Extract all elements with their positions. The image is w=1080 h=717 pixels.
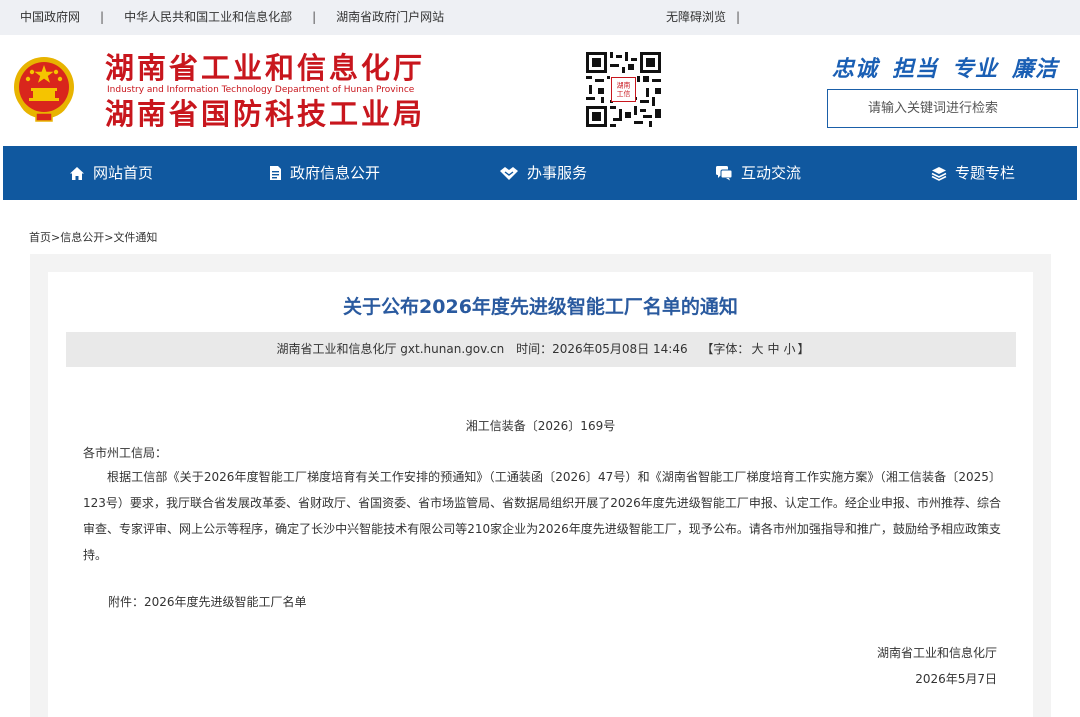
nav-item-label: 办事服务 — [527, 164, 588, 182]
breadcrumb-separator: > — [51, 231, 61, 244]
breadcrumb-info-public[interactable]: 信息公开 — [60, 231, 104, 244]
link-separator: | — [312, 10, 317, 24]
attachment-link[interactable]: 附件：2026年度先进级智能工厂名单 — [108, 593, 307, 610]
layers-icon — [931, 166, 947, 181]
main-navigation: 网站首页 政府信息公开 办事服务 互动交流 专题专栏 — [0, 146, 1080, 200]
national-emblem-icon[interactable] — [12, 55, 76, 123]
addressee: 各市州工信局： — [83, 446, 168, 460]
breadcrumb-home[interactable]: 首页 — [29, 231, 51, 244]
nav-item-label: 网站首页 — [93, 164, 154, 182]
link-separator: | — [736, 10, 741, 24]
font-size-medium-button[interactable]: 中 — [767, 342, 779, 356]
document-icon — [270, 166, 281, 180]
site-title-english: Industry and Information Technology Depa… — [107, 85, 415, 95]
signature-date: 2026年5月7日 — [915, 672, 997, 686]
nav-item-home[interactable]: 网站首页 — [69, 146, 153, 200]
meta-source: 湖南省工业和信息化厅 gxt.hunan.gov.cn — [276, 342, 505, 356]
article-title: 关于公布2026年度先进级智能工厂名单的通知 — [343, 296, 738, 318]
nav-item-label: 政府信息公开 — [290, 164, 381, 182]
qr-logo-text: 工信 — [617, 89, 631, 98]
link-miit[interactable]: 中华人民共和国工业和信息化部 — [124, 10, 292, 24]
chat-icon — [716, 166, 733, 181]
external-links: 中国政府网 | 中华人民共和国工业和信息化部 | 湖南省政府门户网站 — [20, 0, 444, 35]
nav-item-label: 互动交流 — [741, 164, 802, 182]
article-body: 根据工信部《关于2026年度智能工厂梯度培育有关工作安排的预通知》（工通装函〔2… — [83, 470, 1001, 562]
qr-code-icon: 湖南 工信 — [586, 52, 661, 127]
meta-time: 时间：2026年05月08日 14:46 — [516, 342, 688, 356]
home-icon — [70, 166, 84, 180]
meta-font-close: 】 — [797, 342, 810, 356]
nav-item-special-topics[interactable]: 专题专栏 — [931, 146, 1015, 200]
accessibility-area: 无障碍浏览 | — [666, 0, 740, 35]
slogan-word: 忠诚 — [832, 57, 879, 82]
slogan-banner: 忠诚 担当 专业 廉洁 — [832, 51, 1058, 83]
link-gov-cn[interactable]: 中国政府网 — [20, 10, 80, 24]
meta-font-label: 【字体： — [701, 342, 750, 356]
site-title-secondary[interactable]: 湖南省国防科技工业局 — [105, 97, 425, 131]
nav-item-interaction[interactable]: 互动交流 — [715, 146, 801, 200]
font-size-large-button[interactable]: 大 — [751, 342, 763, 356]
article-panel: 关于公布2026年度先进级智能工厂名单的通知 湖南省工业和信息化厅 gxt.hu… — [48, 272, 1033, 717]
link-separator: | — [100, 10, 105, 24]
handshake-icon — [500, 166, 518, 180]
nav-item-gov-info[interactable]: 政府信息公开 — [269, 146, 380, 200]
slogan-word: 廉洁 — [1012, 57, 1059, 82]
search-input[interactable]: 请输入关键词进行检索 — [827, 89, 1078, 128]
nav-item-services[interactable]: 办事服务 — [499, 146, 587, 200]
signature-organization: 湖南省工业和信息化厅 — [876, 646, 997, 660]
link-hunan-gov[interactable]: 湖南省政府门户网站 — [336, 10, 444, 24]
font-size-small-button[interactable]: 小 — [783, 342, 795, 356]
nav-item-label: 专题专栏 — [955, 164, 1016, 182]
site-header: 湖南省工业和信息化厅 Industry and Information Tech… — [0, 35, 1080, 146]
site-title-primary[interactable]: 湖南省工业和信息化厅 — [105, 51, 425, 85]
article-meta-bar: 湖南省工业和信息化厅 gxt.hunan.gov.cn 时间：2026年05月0… — [66, 332, 1016, 367]
breadcrumb: 首页>信息公开>文件通知 — [29, 229, 157, 245]
top-utility-bar: 中国政府网 | 中华人民共和国工业和信息化部 | 湖南省政府门户网站 无障碍浏览 | — [0, 0, 1080, 35]
breadcrumb-notices[interactable]: 文件通知 — [113, 231, 157, 244]
document-number: 湘工信装备〔2026〕169号 — [465, 419, 616, 433]
slogan-word: 专业 — [952, 57, 999, 82]
slogan-word: 担当 — [892, 57, 939, 82]
qr-logo-text: 湖南 — [617, 80, 631, 89]
accessibility-link[interactable]: 无障碍浏览 — [666, 10, 726, 24]
